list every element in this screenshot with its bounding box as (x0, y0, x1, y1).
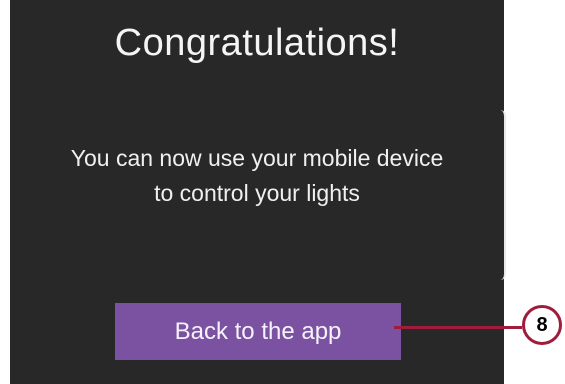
message-line-2: to control your lights (154, 180, 360, 206)
callout-number-badge: 8 (522, 305, 562, 345)
callout-leader-line (394, 326, 522, 329)
back-to-app-button[interactable]: Back to the app (115, 303, 401, 360)
page-title: Congratulations! (114, 22, 400, 64)
message-line-1: You can now use your mobile device (70, 145, 444, 171)
confirmation-message: You can now use your mobile device to co… (10, 141, 504, 211)
